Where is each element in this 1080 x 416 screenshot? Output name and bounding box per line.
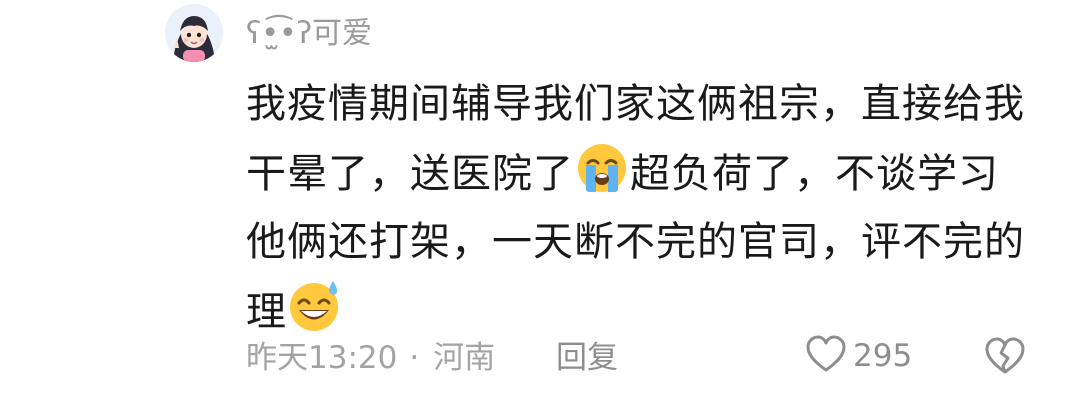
username[interactable]: ʕ•̫͡•ʔ可爱 — [246, 14, 372, 54]
dislike-button[interactable] — [984, 336, 1026, 380]
timestamp: 昨天13:20 — [246, 340, 398, 376]
grinning-face-with-sweat-icon — [287, 277, 343, 333]
comment-line: 干晕了，送医院了 超负荷了，不谈学习 — [246, 139, 1046, 208]
avatar-girl-icon — [165, 4, 223, 62]
comment-text-segment: 理 — [246, 289, 287, 335]
comment-meta: 昨天13:20 · 河南 — [246, 336, 495, 380]
avatar[interactable] — [165, 4, 223, 62]
comment-text: 我疫情期间辅导我们家这俩祖宗，直接给我 干晕了，送医院了 超负荷了，不谈学习 他… — [246, 70, 1046, 346]
comment-text-segment: 干晕了，送医院了 — [246, 151, 574, 197]
comment-text-segment: 超负荷了，不谈学习 — [630, 151, 999, 197]
heart-icon — [805, 334, 847, 378]
like-count: 295 — [853, 338, 913, 374]
comment-line: 他俩还打架，一天断不完的官司，评不完的 — [246, 219, 1025, 265]
loudly-crying-face-icon — [574, 139, 630, 195]
location: 河南 — [433, 340, 496, 376]
like-button[interactable]: 295 — [805, 334, 912, 378]
separator-dot: · — [409, 340, 420, 376]
broken-heart-icon — [984, 337, 1026, 380]
reply-button[interactable]: 回复 — [556, 336, 618, 380]
comment-line: 我疫情期间辅导我们家这俩祖宗，直接给我 — [246, 81, 1025, 127]
